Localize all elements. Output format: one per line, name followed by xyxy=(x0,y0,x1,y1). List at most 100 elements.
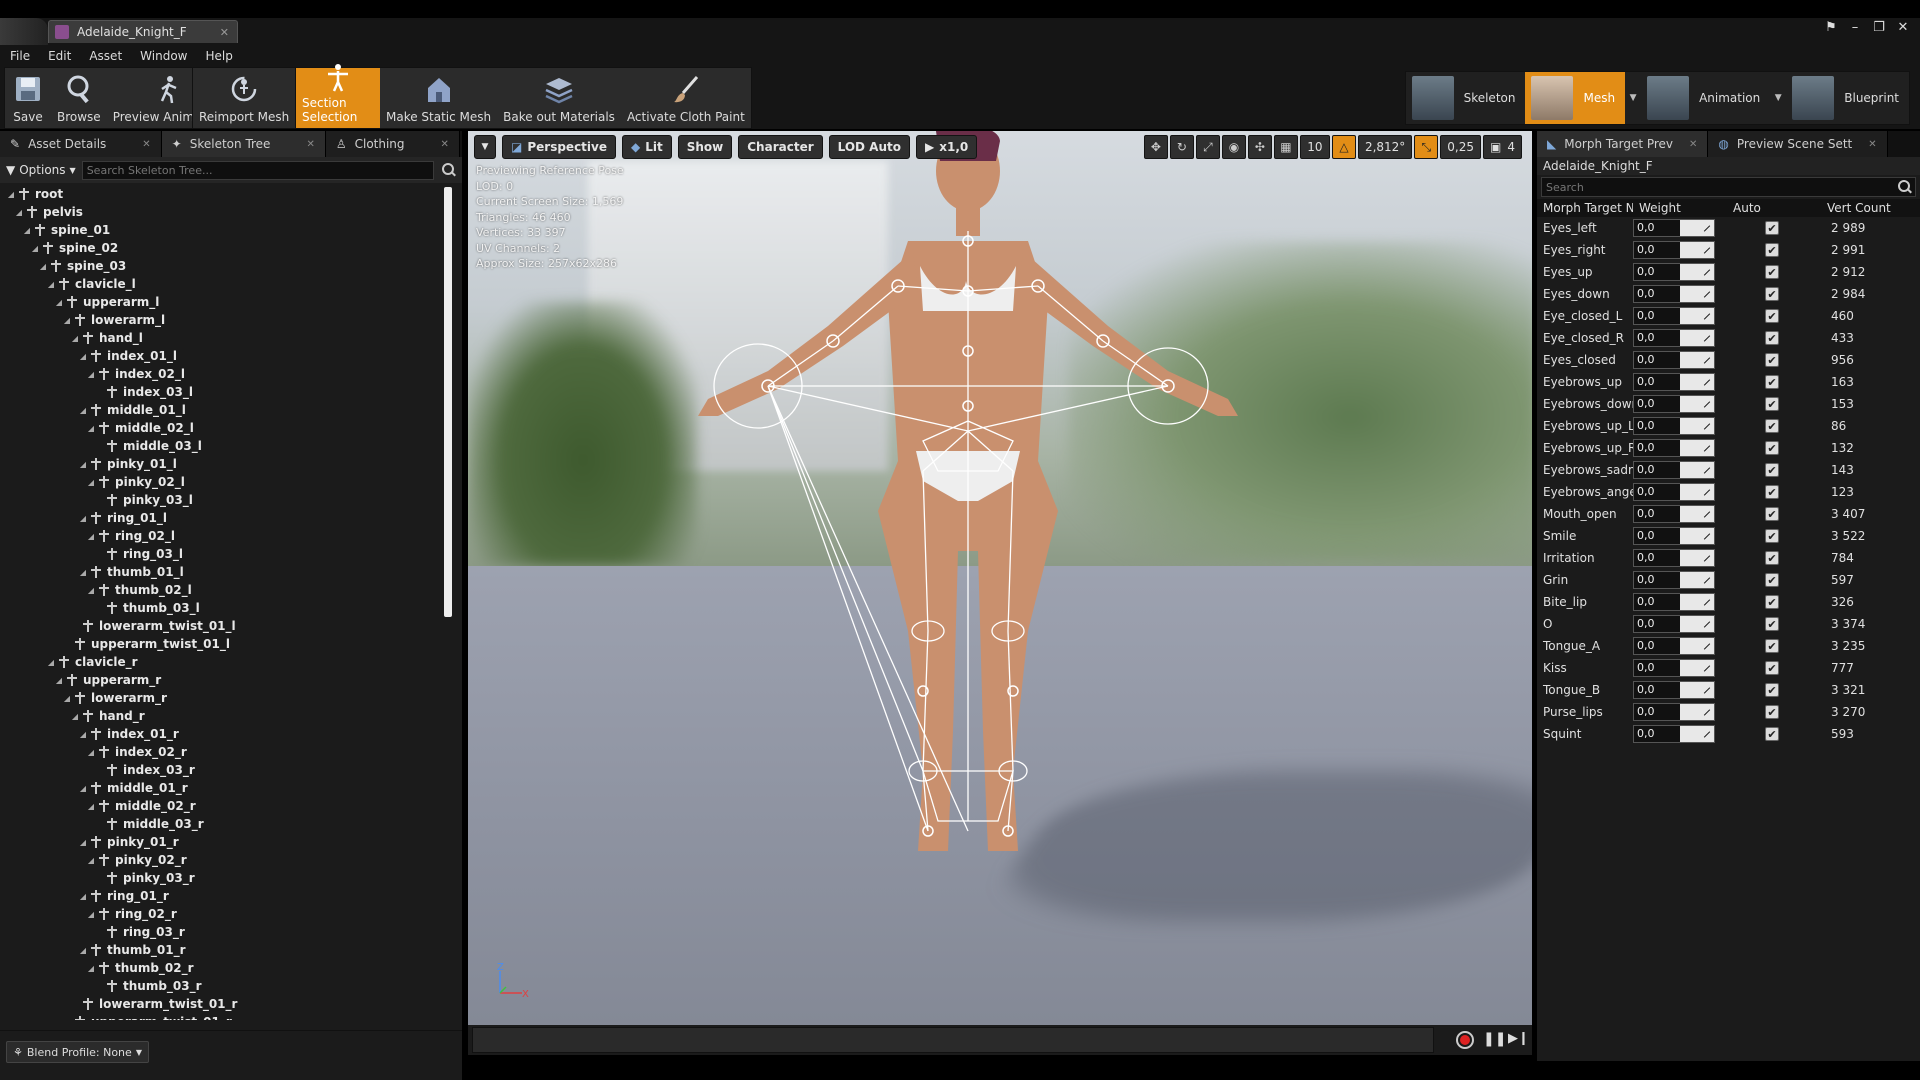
morph-target-row[interactable]: Eyes_left 0,0 ✔ 2 989 xyxy=(1537,217,1920,239)
auto-checkbox[interactable]: ✔ xyxy=(1765,507,1779,521)
weight-slider[interactable]: 0,0 xyxy=(1633,395,1715,413)
bone-tree-row[interactable]: ◢ lowerarm_l xyxy=(0,311,450,329)
auto-checkbox[interactable]: ✔ xyxy=(1765,529,1779,543)
collapse-arrow-icon[interactable]: ◢ xyxy=(46,280,56,289)
bone-tree-row[interactable]: ◢ ring_01_r xyxy=(0,887,450,905)
blueprint-mode-button[interactable]: Blueprint xyxy=(1786,72,1909,124)
bone-tree-row[interactable]: ◢ pelvis xyxy=(0,203,450,221)
bone-tree-row[interactable]: ◢ ring_01_l xyxy=(0,509,450,527)
bone-tree-row[interactable]: pinky_03_r xyxy=(0,869,450,887)
morph-target-row[interactable]: Purse_lips 0,0 ✔ 3 270 xyxy=(1537,701,1920,723)
auto-checkbox[interactable]: ✔ xyxy=(1765,375,1779,389)
menu-asset[interactable]: Asset xyxy=(89,49,122,63)
bone-tree-row[interactable]: index_03_l xyxy=(0,383,450,401)
resize-handle-icon[interactable] xyxy=(1702,223,1712,233)
collapse-arrow-icon[interactable]: ◢ xyxy=(78,946,88,955)
collapse-arrow-icon[interactable]: ◢ xyxy=(78,784,88,793)
weight-slider[interactable]: 0,0 xyxy=(1633,659,1715,677)
weight-slider[interactable]: 0,0 xyxy=(1633,549,1715,567)
auto-checkbox[interactable]: ✔ xyxy=(1765,331,1779,345)
morph-target-row[interactable]: Eyebrows_up_R 0,0 ✔ 132 xyxy=(1537,437,1920,459)
column-auto[interactable]: Auto xyxy=(1727,201,1821,215)
tab-asset-details[interactable]: ✎ Asset Details ✕ xyxy=(0,131,162,157)
bone-tree-row[interactable]: ◢ ring_02_r xyxy=(0,905,450,923)
weight-slider[interactable]: 0,0 xyxy=(1633,307,1715,325)
playback-speed-button[interactable]: ▶ x1,0 xyxy=(916,135,978,159)
resize-handle-icon[interactable] xyxy=(1702,575,1712,585)
bone-tree-row[interactable]: ◢ spine_03 xyxy=(0,257,450,275)
resize-handle-icon[interactable] xyxy=(1702,465,1712,475)
auto-checkbox[interactable]: ✔ xyxy=(1765,595,1779,609)
morph-target-row[interactable]: Irritation 0,0 ✔ 784 xyxy=(1537,547,1920,569)
auto-checkbox[interactable]: ✔ xyxy=(1765,639,1779,653)
auto-checkbox[interactable]: ✔ xyxy=(1765,441,1779,455)
collapse-arrow-icon[interactable]: ◢ xyxy=(78,892,88,901)
bone-tree-row[interactable]: ◢ clavicle_r xyxy=(0,653,450,671)
bone-tree-row[interactable]: ◢ middle_01_l xyxy=(0,401,450,419)
grid-snap-icon[interactable]: ▦ xyxy=(1273,135,1298,159)
resize-handle-icon[interactable] xyxy=(1702,311,1712,321)
coordinate-system-icon[interactable]: ◉ xyxy=(1221,135,1246,159)
close-tab-icon[interactable]: ✕ xyxy=(1689,139,1697,150)
auto-checkbox[interactable]: ✔ xyxy=(1765,287,1779,301)
resize-handle-icon[interactable] xyxy=(1702,663,1712,673)
auto-checkbox[interactable]: ✔ xyxy=(1765,485,1779,499)
weight-slider[interactable]: 0,0 xyxy=(1633,703,1715,721)
bone-tree-row[interactable]: ◢ index_02_r xyxy=(0,743,450,761)
bone-tree-row[interactable]: ring_03_l xyxy=(0,545,450,563)
weight-slider[interactable]: 0,0 xyxy=(1633,681,1715,699)
resize-handle-icon[interactable] xyxy=(1702,421,1712,431)
resize-handle-icon[interactable] xyxy=(1702,641,1712,651)
bone-tree-row[interactable]: thumb_03_l xyxy=(0,599,450,617)
column-morph-target-name[interactable]: Morph Target N xyxy=(1537,201,1633,215)
weight-slider[interactable]: 0,0 xyxy=(1633,483,1715,501)
search-icon[interactable] xyxy=(1896,179,1911,195)
bone-tree-row[interactable]: thumb_03_r xyxy=(0,977,450,995)
surface-snap-icon[interactable]: ✣ xyxy=(1247,135,1272,159)
morph-target-row[interactable]: Eyebrows_sadness 0,0 ✔ 143 xyxy=(1537,459,1920,481)
auto-checkbox[interactable]: ✔ xyxy=(1765,243,1779,257)
weight-slider[interactable]: 0,0 xyxy=(1633,285,1715,303)
tab-preview-scene-settings[interactable]: ◍ Preview Scene Sett ✕ xyxy=(1708,131,1888,157)
scale-snap-icon[interactable]: ⤡ xyxy=(1414,135,1439,159)
column-vert-count[interactable]: Vert Count xyxy=(1821,201,1911,215)
lit-button[interactable]: ◆ Lit xyxy=(622,135,672,159)
bone-tree-row[interactable]: ◢ upperarm_l xyxy=(0,293,450,311)
collapse-arrow-icon[interactable]: ◢ xyxy=(78,406,88,415)
morph-target-row[interactable]: Bite_lip 0,0 ✔ 326 xyxy=(1537,591,1920,613)
bone-tree-row[interactable]: upperarm_twist_01_r xyxy=(0,1013,450,1020)
weight-slider[interactable]: 0,0 xyxy=(1633,571,1715,589)
bone-tree-row[interactable]: ◢ index_01_l xyxy=(0,347,450,365)
auto-checkbox[interactable]: ✔ xyxy=(1765,309,1779,323)
collapse-arrow-icon[interactable]: ◢ xyxy=(86,910,96,919)
mesh-mode-button[interactable]: Mesh xyxy=(1525,72,1626,124)
auto-checkbox[interactable]: ✔ xyxy=(1765,397,1779,411)
collapse-arrow-icon[interactable]: ◢ xyxy=(86,478,96,487)
morph-target-row[interactable]: Eye_closed_R 0,0 ✔ 433 xyxy=(1537,327,1920,349)
auto-checkbox[interactable]: ✔ xyxy=(1765,353,1779,367)
tab-skeleton-tree[interactable]: ✦ Skeleton Tree ✕ xyxy=(161,131,326,157)
bone-tree-row[interactable]: ring_03_r xyxy=(0,923,450,941)
animation-mode-dropdown[interactable]: ▼ xyxy=(1770,93,1786,103)
collapse-arrow-icon[interactable]: ◢ xyxy=(78,838,88,847)
auto-checkbox[interactable]: ✔ xyxy=(1765,463,1779,477)
bone-tree-row[interactable]: ◢ hand_l xyxy=(0,329,450,347)
bone-tree-row[interactable]: ◢ root xyxy=(0,185,450,203)
minimize-button[interactable]: – xyxy=(1846,20,1864,35)
weight-slider[interactable]: 0,0 xyxy=(1633,351,1715,369)
character-mesh-with-skeleton[interactable] xyxy=(468,131,1532,1025)
morph-target-row[interactable]: Tongue_B 0,0 ✔ 3 321 xyxy=(1537,679,1920,701)
skeleton-search-field[interactable] xyxy=(81,160,434,180)
collapse-arrow-icon[interactable]: ◢ xyxy=(86,748,96,757)
weight-slider[interactable]: 0,0 xyxy=(1633,219,1715,237)
reimport-mesh-button[interactable]: Reimport Mesh xyxy=(193,68,295,128)
weight-slider[interactable]: 0,0 xyxy=(1633,241,1715,259)
collapse-arrow-icon[interactable]: ◢ xyxy=(86,802,96,811)
collapse-arrow-icon[interactable]: ◢ xyxy=(86,370,96,379)
morph-search-input[interactable] xyxy=(1546,180,1896,194)
resize-handle-icon[interactable] xyxy=(1702,597,1712,607)
grid-snap-value[interactable]: 10 xyxy=(1299,135,1330,159)
bone-tree-row[interactable]: ◢ thumb_01_r xyxy=(0,941,450,959)
resize-handle-icon[interactable] xyxy=(1702,333,1712,343)
resize-handle-icon[interactable] xyxy=(1702,729,1712,739)
